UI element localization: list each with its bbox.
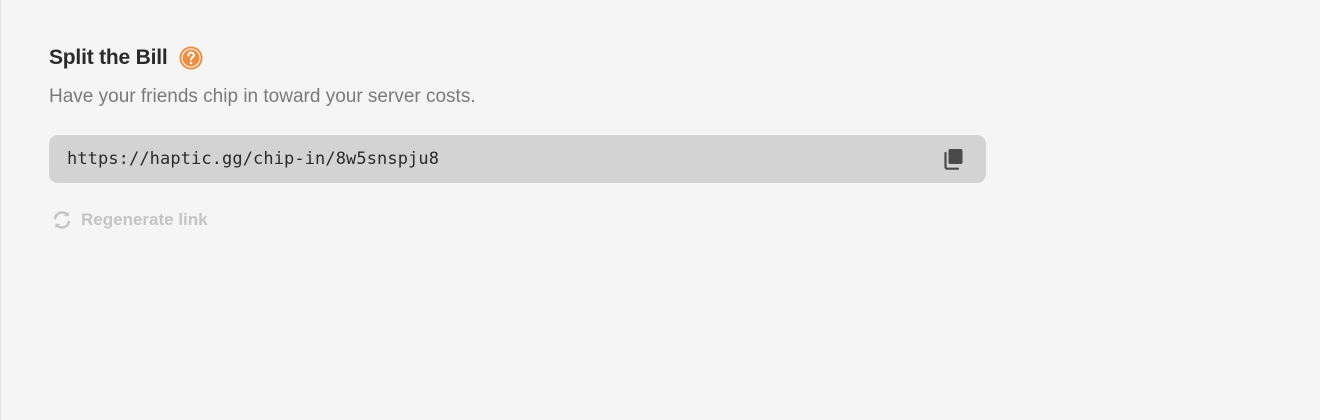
section-title: Split the Bill — [49, 46, 168, 69]
share-link-field[interactable]: https://haptic.gg/chip-in/8w5snspju8 — [49, 135, 986, 183]
copy-icon[interactable] — [940, 146, 966, 172]
question-circle-icon[interactable] — [179, 46, 203, 70]
regenerate-link-label: Regenerate link — [81, 210, 208, 229]
title-row: Split the Bill — [49, 44, 986, 72]
regenerate-link-button[interactable]: Regenerate link — [49, 207, 986, 233]
section-subtitle: Have your friends chip in toward your se… — [49, 86, 476, 107]
share-link-url[interactable]: https://haptic.gg/chip-in/8w5snspju8 — [67, 149, 439, 169]
refresh-icon — [51, 209, 73, 231]
split-bill-panel: Split the Bill Have your friends chip in… — [49, 44, 986, 233]
